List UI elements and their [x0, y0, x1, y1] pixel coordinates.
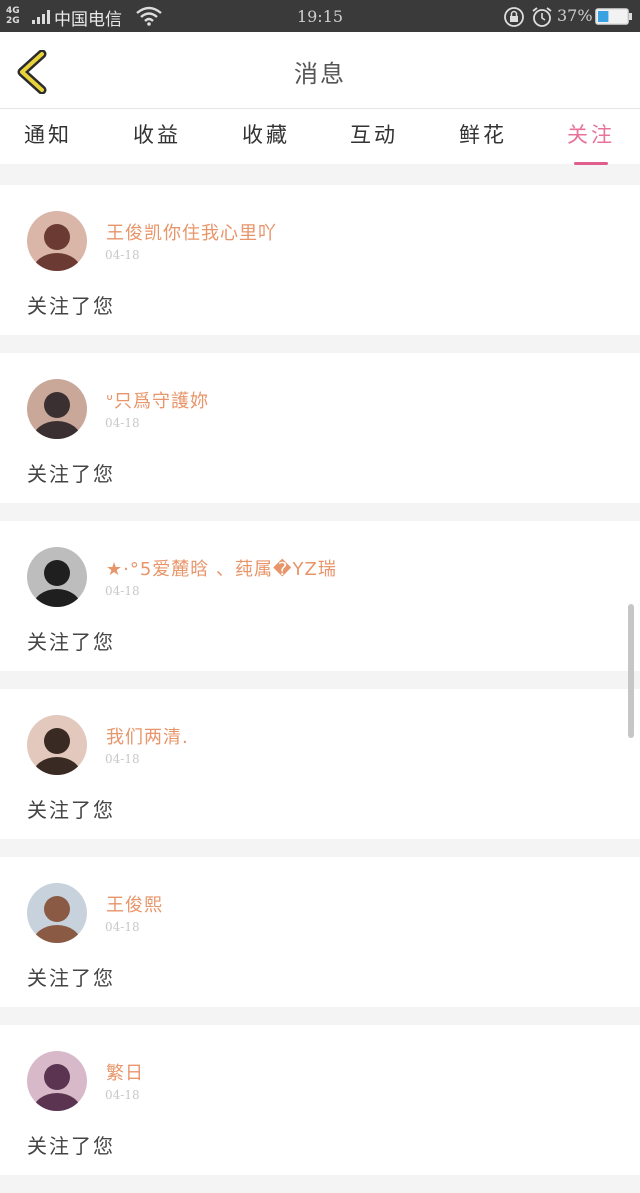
avatar[interactable] — [27, 211, 87, 271]
timestamp: 04-18 — [105, 584, 140, 598]
status-bar: 4G 2G 中国电信 19:15 37% — [0, 0, 640, 32]
battery-percent: 37% — [557, 6, 593, 25]
tab-interactions[interactable]: 互动 — [334, 119, 414, 149]
message-text: 关注了您 — [27, 294, 115, 318]
list-item[interactable]: 王俊熙 04-18 关注了您 — [0, 857, 640, 1007]
page-title: 消息 — [294, 60, 346, 88]
avatar[interactable] — [27, 715, 87, 775]
tab-label: 收益 — [133, 123, 181, 147]
timestamp: 04-18 — [105, 248, 140, 262]
list-item[interactable]: 我们两清. 04-18 关注了您 — [0, 689, 640, 839]
timestamp: 04-18 — [105, 752, 140, 766]
tab-earnings[interactable]: 收益 — [117, 119, 197, 149]
list-item[interactable]: ★·°5爱麓晗 、莼属�YZ瑞 04-18 关注了您 — [0, 521, 640, 671]
battery-icon — [595, 8, 633, 29]
app-header: 消息 — [0, 32, 640, 109]
tab-notifications[interactable]: 通知 — [8, 119, 88, 149]
username[interactable]: 我们两清. — [106, 723, 189, 749]
tab-label: 通知 — [24, 123, 72, 147]
rotation-lock-icon — [503, 6, 525, 32]
message-text: 关注了您 — [27, 798, 115, 822]
tab-label: 收藏 — [242, 123, 290, 147]
timestamp: 04-18 — [105, 416, 140, 430]
message-text: 关注了您 — [27, 462, 115, 486]
list-item[interactable]: 王俊凯你住我心里吖 04-18 关注了您 — [0, 185, 640, 335]
tab-following[interactable]: 关注 — [551, 119, 631, 165]
tab-label: 关注 — [567, 123, 615, 147]
tab-label: 互动 — [350, 123, 398, 147]
timestamp: 04-18 — [105, 920, 140, 934]
username[interactable]: 王俊熙 — [106, 891, 163, 917]
list-item[interactable]: ᐡ只爲守護妳 04-18 关注了您 — [0, 353, 640, 503]
list-item[interactable]: 繁日 04-18 关注了您 — [0, 1025, 640, 1175]
avatar[interactable] — [27, 883, 87, 943]
timestamp: 04-18 — [105, 1088, 140, 1102]
avatar[interactable] — [27, 379, 87, 439]
tab-flowers[interactable]: 鲜花 — [443, 119, 523, 149]
follow-notification-list: 王俊凯你住我心里吖 04-18 关注了您 ᐡ只爲守護妳 04-18 关注了您 ★… — [0, 185, 640, 1193]
username[interactable]: 繁日 — [106, 1059, 144, 1085]
username[interactable]: ★·°5爱麓晗 、莼属�YZ瑞 — [106, 555, 337, 581]
message-text: 关注了您 — [27, 966, 115, 990]
active-tab-indicator — [574, 162, 608, 165]
message-text: 关注了您 — [27, 630, 115, 654]
username[interactable]: 王俊凯你住我心里吖 — [106, 219, 277, 245]
scrollbar[interactable] — [628, 604, 634, 738]
avatar[interactable] — [27, 1051, 87, 1111]
message-text: 关注了您 — [27, 1134, 115, 1158]
tab-favorites[interactable]: 收藏 — [226, 119, 306, 149]
alarm-icon — [531, 6, 553, 32]
tab-label: 鲜花 — [459, 123, 507, 147]
username[interactable]: ᐡ只爲守護妳 — [106, 387, 209, 413]
tab-bar: 通知 收益 收藏 互动 鲜花 关注 — [0, 109, 640, 165]
avatar[interactable] — [27, 547, 87, 607]
